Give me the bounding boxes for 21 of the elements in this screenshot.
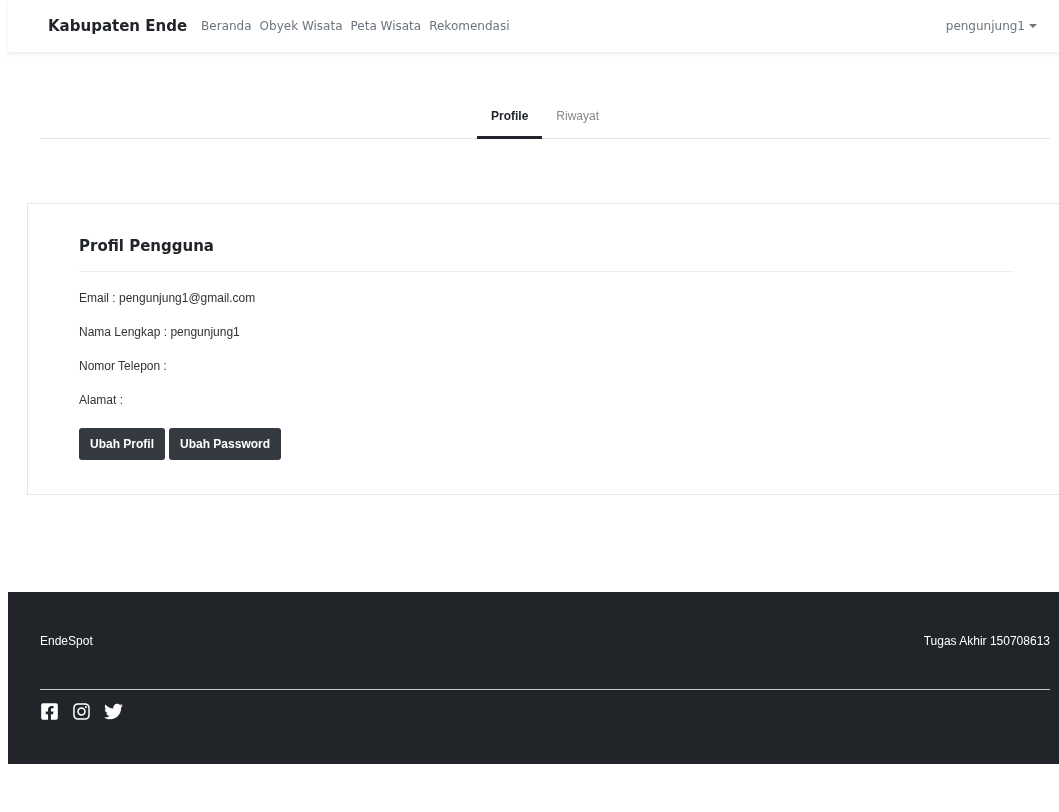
instagram-icon[interactable]: [72, 702, 91, 721]
brand-link[interactable]: Kabupaten Ende: [48, 17, 188, 35]
user-menu[interactable]: pengunjung1: [945, 19, 1037, 33]
profile-field: Nomor Telepon :: [79, 359, 1014, 374]
profile-field: Email : pengunjung1@gmail.com: [79, 291, 1014, 306]
nav-link[interactable]: Obyek Wisata: [259, 19, 343, 33]
footer-credit: Tugas Akhir 150708613: [923, 633, 1050, 648]
tab[interactable]: Riwayat: [542, 98, 613, 139]
tab[interactable]: Profile: [477, 98, 543, 139]
facebook-icon[interactable]: [40, 702, 59, 721]
twitter-icon[interactable]: [104, 702, 123, 721]
card-title: Profil Pengguna: [79, 237, 1014, 272]
nav-link[interactable]: Peta Wisata: [350, 19, 422, 33]
caret-icon: [1029, 24, 1037, 28]
footer-brand: EndeSpot: [40, 633, 93, 648]
profile-field: Alamat :: [79, 393, 1014, 408]
profile-button[interactable]: Ubah Password: [169, 428, 282, 460]
profile-field: Nama Lengkap : pengunjung1: [79, 325, 1014, 340]
profile-button[interactable]: Ubah Profil: [79, 428, 165, 460]
nav-link[interactable]: Rekomendasi: [429, 19, 510, 33]
nav-link[interactable]: Beranda: [201, 19, 252, 33]
